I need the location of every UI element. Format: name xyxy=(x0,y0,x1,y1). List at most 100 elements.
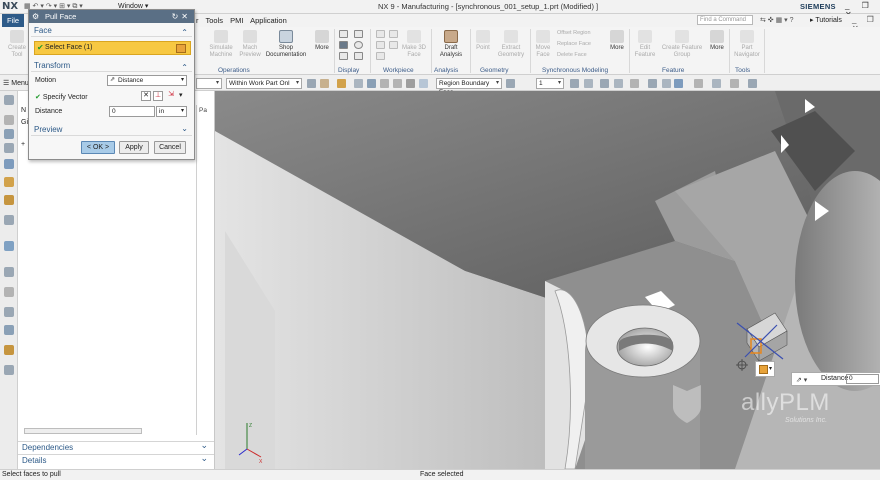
select-face-row[interactable]: ✔ Select Face (1) xyxy=(34,41,191,55)
preview-section-header[interactable]: Preview xyxy=(31,123,192,136)
distance-input[interactable]: 0 xyxy=(109,106,155,117)
move-face-button[interactable]: Move Face xyxy=(532,30,554,58)
system-icon[interactable] xyxy=(4,325,14,335)
details-section[interactable]: Details xyxy=(18,453,214,466)
extract-geometry-button[interactable]: Extract Geometry xyxy=(495,30,527,58)
program-icon[interactable] xyxy=(4,195,14,205)
view-icon-3[interactable] xyxy=(630,79,639,88)
menu-home-fragment[interactable]: r xyxy=(196,16,199,25)
file-tab[interactable]: File xyxy=(2,14,24,27)
dialog-controls[interactable]: ↻✕ xyxy=(172,10,191,23)
make-3d-face-button[interactable]: Make 3D Face xyxy=(400,30,428,58)
simulate-machine-button[interactable]: Simulate Machine xyxy=(206,30,236,58)
snap-icon-3[interactable] xyxy=(367,79,376,88)
workpiece-icon-3[interactable] xyxy=(376,52,385,60)
history-icon[interactable] xyxy=(4,115,14,125)
reset-icon[interactable]: ↻ xyxy=(172,12,182,21)
mach-preview-button[interactable]: Mach Preview xyxy=(238,30,262,58)
menu-application[interactable]: Application xyxy=(250,16,287,25)
display-icon-6[interactable] xyxy=(354,52,363,60)
shade-cube-icon[interactable] xyxy=(674,79,683,88)
workpiece-icon-2[interactable] xyxy=(376,41,385,49)
group-analysis[interactable]: Analysis xyxy=(434,67,458,74)
group-display[interactable]: Display xyxy=(338,67,359,74)
type-filter-dropdown[interactable] xyxy=(196,78,222,89)
constraint-icon[interactable] xyxy=(4,129,14,139)
web-icon[interactable] xyxy=(4,241,14,251)
workpiece-icon-5[interactable] xyxy=(389,41,398,49)
replace-face-button[interactable]: Replace Face xyxy=(557,41,591,47)
motion-dropdown[interactable]: ⇗ Distance xyxy=(107,75,187,86)
draft-analysis-button[interactable]: Draft Analysis xyxy=(434,30,468,58)
operation-icon[interactable] xyxy=(4,159,14,169)
workpiece-icon-4[interactable] xyxy=(389,30,398,38)
apply-button[interactable]: Apply xyxy=(119,141,149,154)
view-icon-1[interactable] xyxy=(600,79,609,88)
view-icon-7[interactable] xyxy=(712,79,721,88)
create-feature-group-button[interactable]: Create Feature Group xyxy=(660,30,704,58)
vector-dialog-icon[interactable]: ⊥ xyxy=(153,91,163,101)
gear-icon[interactable]: ⚙ xyxy=(32,10,39,23)
view-icon-8[interactable] xyxy=(730,79,739,88)
shop-documentation-button[interactable]: Shop Documentation xyxy=(263,30,309,58)
close-icon[interactable]: ✕ xyxy=(181,12,191,21)
group-operations[interactable]: Operations xyxy=(218,67,250,74)
column-header-pa[interactable]: Pa xyxy=(199,107,207,114)
snap-icon-4[interactable] xyxy=(380,79,389,88)
help-icons[interactable]: ⇆ ✜ ▦ ▾ ? xyxy=(760,16,794,24)
dialog-title-bar[interactable]: ⚙ Pull Face ↻✕ xyxy=(29,10,194,23)
face-rule-dropdown[interactable]: Region Boundary Face xyxy=(436,78,502,96)
group-tools[interactable]: Tools xyxy=(735,67,750,74)
distance-onscreen-value[interactable]: 0 xyxy=(846,374,879,384)
offset-region-button[interactable]: Offset Region xyxy=(557,30,591,36)
display-icon-5[interactable] xyxy=(354,41,363,49)
face-rule-icon[interactable] xyxy=(506,79,515,88)
menu-tools[interactable]: Tools xyxy=(205,16,223,25)
rotate-icon[interactable] xyxy=(570,79,579,88)
reverse-direction-icon[interactable]: ✕ xyxy=(141,91,151,101)
book-icon[interactable] xyxy=(4,365,14,375)
group-workpiece[interactable]: Workpiece xyxy=(383,67,414,74)
count-dropdown[interactable]: 1 xyxy=(536,78,564,89)
view-icon-9[interactable] xyxy=(748,79,757,88)
display-icon-2[interactable] xyxy=(339,41,348,49)
palette-icon[interactable] xyxy=(4,287,14,297)
view-icon-5[interactable] xyxy=(662,79,671,88)
sync-more-button[interactable]: More xyxy=(607,30,627,52)
dependencies-section[interactable]: Dependencies xyxy=(18,440,214,453)
transform-section-header[interactable]: Transform xyxy=(31,60,192,74)
navigator-icon[interactable] xyxy=(4,95,14,105)
snap-icon-5[interactable] xyxy=(393,79,402,88)
display-icon-4[interactable] xyxy=(354,30,363,38)
display-icon-1[interactable] xyxy=(339,30,348,38)
snap-icon-6[interactable] xyxy=(406,79,415,88)
tool-icon[interactable] xyxy=(4,345,14,355)
edit-feature-button[interactable]: Edit Feature xyxy=(632,30,658,58)
point-button[interactable]: Point xyxy=(473,30,493,52)
part-icon[interactable] xyxy=(4,143,14,153)
navigator-row-n[interactable]: N xyxy=(21,107,26,114)
graphics-viewport[interactable]: Z X allyPLM Solutions Inc. ▾ ⇗ ▾ Distanc… xyxy=(215,91,880,469)
cancel-button[interactable]: Cancel xyxy=(154,141,186,154)
vector-type-dropdown[interactable]: ▾ xyxy=(179,91,183,99)
filter-icon[interactable] xyxy=(320,79,329,88)
horizontal-scrollbar[interactable] xyxy=(24,428,142,434)
snap-icon[interactable] xyxy=(307,79,316,88)
snap-icon-7[interactable] xyxy=(419,79,428,88)
part-navigator-button[interactable]: Part Navigator xyxy=(732,30,762,58)
machine-icon[interactable] xyxy=(4,177,14,187)
face-selection-popup[interactable]: ▾ xyxy=(755,361,775,377)
operations-more-button[interactable]: More xyxy=(312,30,332,52)
create-tool-button[interactable]: Create Tool xyxy=(4,30,30,58)
point-snap-icon[interactable] xyxy=(337,79,346,88)
ok-button[interactable]: < OK > xyxy=(81,141,115,154)
specify-vector-row[interactable]: ✔ Specify Vector xyxy=(35,93,88,101)
face-section-header[interactable]: Face xyxy=(31,25,192,39)
workpiece-icon-1[interactable] xyxy=(376,30,385,38)
group-geometry[interactable]: Geometry xyxy=(480,67,509,74)
group-feature[interactable]: Feature xyxy=(662,67,684,74)
selection-scope-dropdown[interactable]: Within Work Part Onl xyxy=(226,78,302,89)
view-icon-2[interactable] xyxy=(614,79,623,88)
menu-pmi[interactable]: PMI xyxy=(230,16,243,25)
roles-icon[interactable] xyxy=(4,307,14,317)
